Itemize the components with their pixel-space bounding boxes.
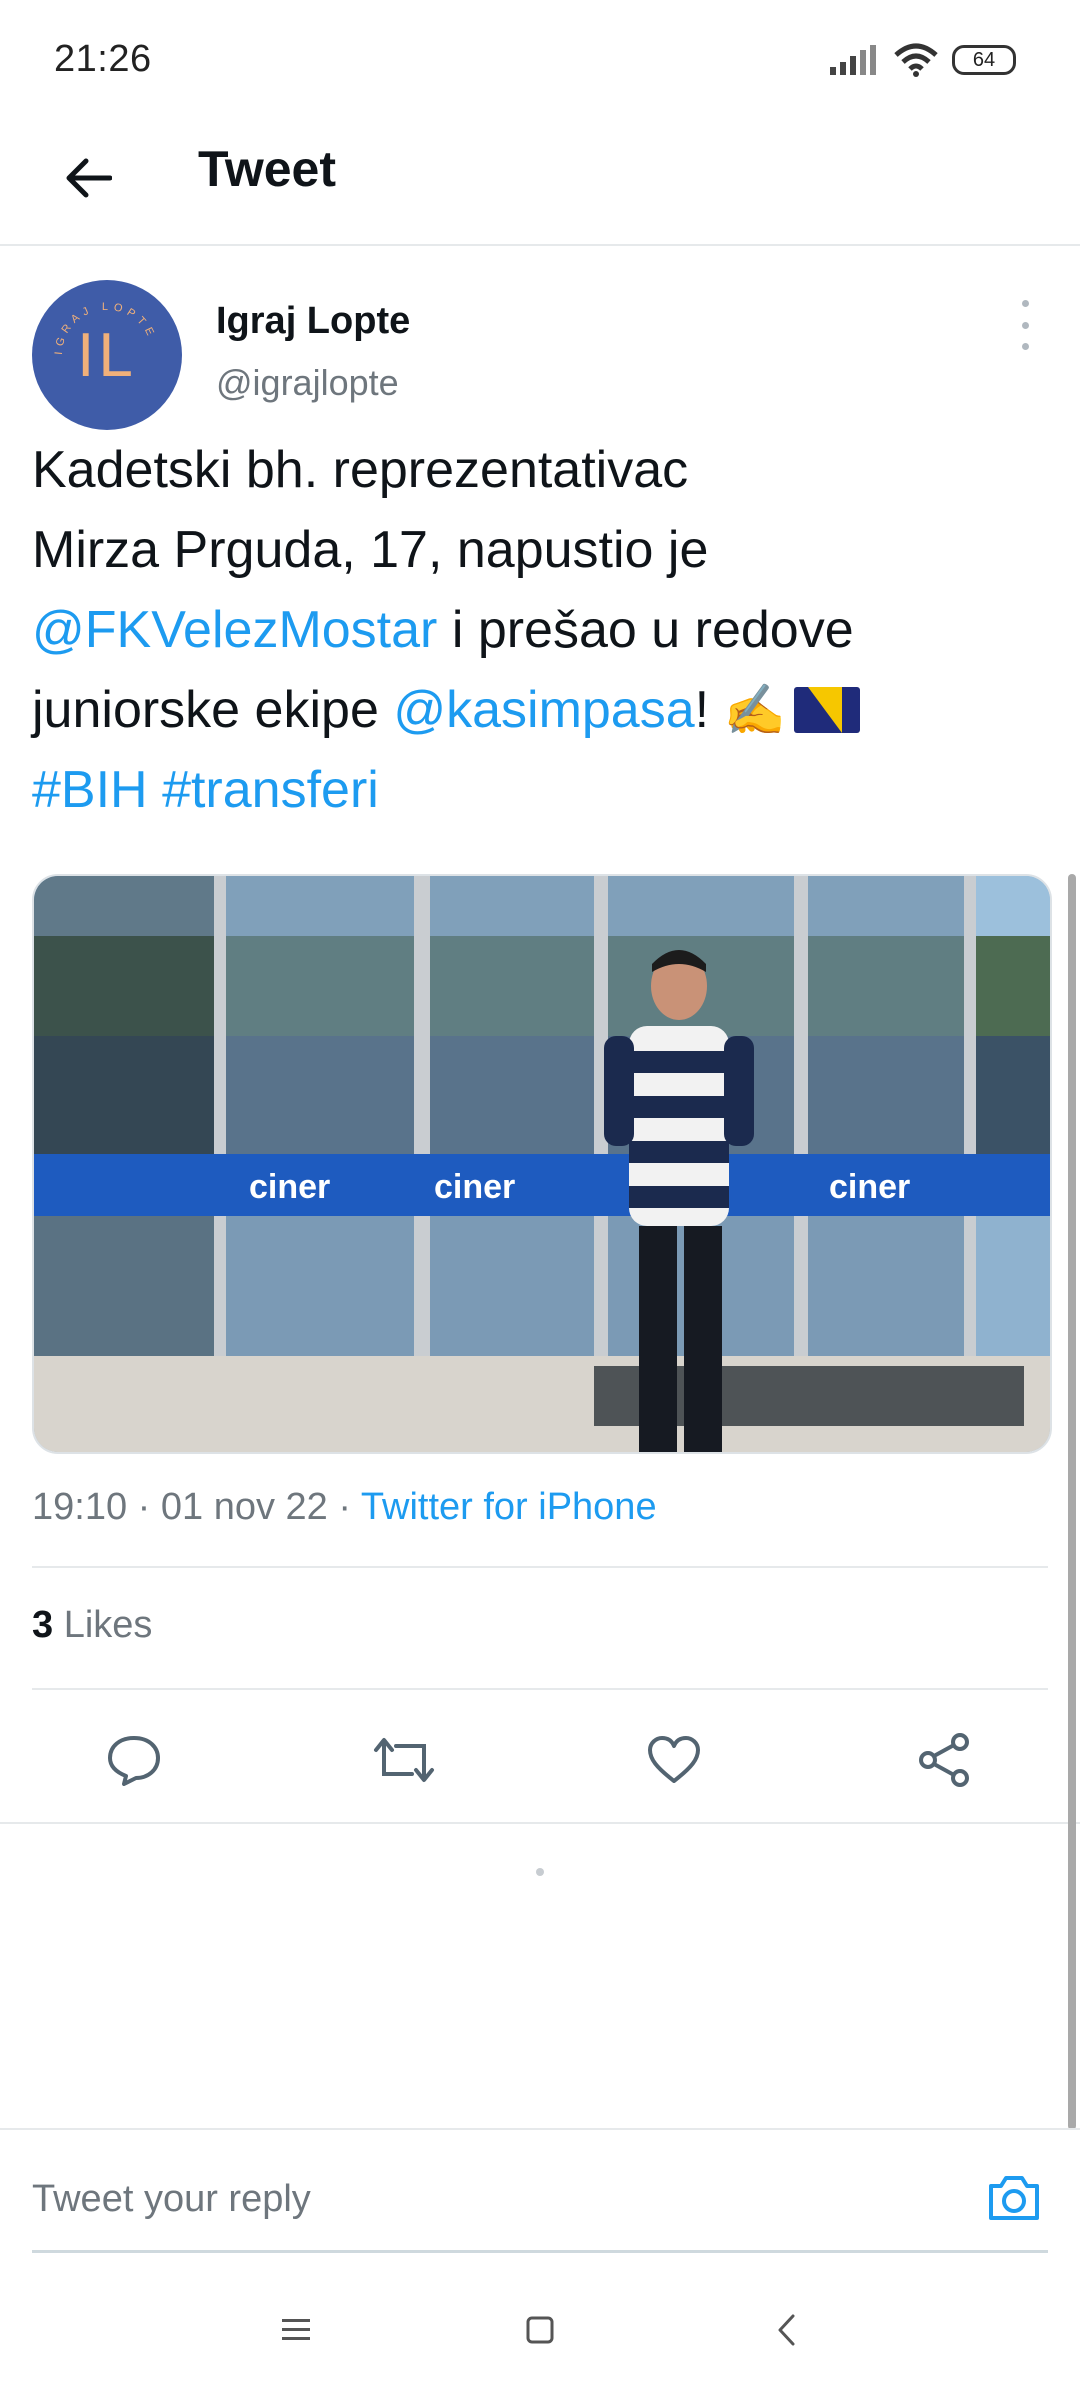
arrow-left-icon	[66, 158, 112, 198]
reply-icon	[108, 1736, 160, 1786]
author-handle[interactable]: @igrajlopte	[216, 362, 399, 404]
page-title: Tweet	[198, 141, 336, 197]
heart-icon	[648, 1736, 700, 1783]
tweet-photo[interactable]: ciner ciner ciner	[32, 874, 1052, 1454]
meta-divider	[32, 1566, 1048, 1568]
reply-input[interactable]: Tweet your reply	[32, 2178, 311, 2221]
loading-dot	[536, 1868, 544, 1876]
retweet-button[interactable]	[364, 1720, 444, 1800]
more-vertical-icon-dot	[1021, 343, 1029, 350]
tweet-source-link[interactable]: Twitter for iPhone	[361, 1486, 657, 1528]
actions-divider	[0, 1822, 1080, 1824]
back-button[interactable]	[48, 138, 128, 218]
status-time: 21:26	[54, 38, 152, 80]
svg-text:IGRAJ LOPTE: IGRAJ LOPTE	[53, 301, 158, 355]
tweet-meta: 19:10 · 01 nov 22 · Twitter for iPhone	[32, 1486, 657, 1528]
likes-label: Likes	[63, 1604, 153, 1646]
tweet-line: Kadetski bh. reprezentativac	[32, 441, 689, 499]
battery-level: 64	[972, 48, 996, 71]
mention-link[interactable]: @FKVelezMostar	[32, 601, 437, 659]
reply-button[interactable]	[94, 1720, 174, 1800]
tweet-text-segment: i prešao u redove	[437, 601, 854, 659]
signal-icon	[830, 45, 876, 75]
mention-link[interactable]: @kasimpasa	[393, 681, 694, 739]
hashtag-link[interactable]: #transferi	[162, 761, 379, 819]
tweet-line: #BIH #transferi	[32, 750, 1042, 830]
header-divider	[0, 244, 1080, 246]
avatar-ring-label: IGRAJ LOPTE	[53, 301, 153, 355]
home-square-icon	[526, 2316, 554, 2344]
menu-nav-button[interactable]	[266, 2300, 326, 2360]
photo-scene: ciner ciner ciner	[34, 876, 1050, 1452]
reply-bar-divider	[0, 2128, 1080, 2130]
camera-icon	[989, 2176, 1039, 2220]
photo-sign-text: ciner	[249, 1168, 330, 1206]
like-button[interactable]	[634, 1720, 714, 1800]
likes-divider	[32, 1688, 1048, 1690]
tweet-text: Kadetski bh. reprezentativac Mirza Prgud…	[32, 430, 1042, 830]
more-vertical-icon-dot	[1021, 321, 1029, 329]
tweet-line: juniorske ekipe @kasimpasa! ✍️	[32, 670, 1042, 750]
likes-count[interactable]: 3 Likes	[32, 1604, 152, 1647]
share-icon	[919, 1733, 969, 1787]
wifi-icon	[894, 43, 938, 77]
more-vertical-icon	[1021, 300, 1029, 307]
chevron-left-icon	[778, 2314, 795, 2346]
avatar-ring-text: IGRAJ LOPTE	[53, 301, 158, 355]
back-nav-button[interactable]	[756, 2300, 816, 2360]
photo-sign-text: ciner	[434, 1168, 515, 1206]
writing-hand-emoji: ✍️	[723, 682, 786, 738]
avatar[interactable]: IGRAJ LOPTE IL	[32, 280, 182, 430]
menu-icon	[282, 2319, 310, 2340]
tweet-line: @FKVelezMostar i prešao u redove	[32, 590, 1042, 670]
tweet-text-segment: !	[694, 681, 724, 739]
author-name[interactable]: Igraj Lopte	[216, 300, 410, 343]
more-options-button[interactable]	[1010, 300, 1040, 350]
battery-indicator: 64	[952, 45, 1016, 75]
share-button[interactable]	[904, 1720, 984, 1800]
tweet-date: 01 nov 22	[160, 1486, 328, 1528]
camera-button[interactable]	[984, 2168, 1044, 2228]
bosnia-flag-emoji	[793, 687, 860, 733]
status-icons: 64	[830, 40, 1016, 80]
likes-number: 3	[32, 1604, 54, 1646]
hashtag-link[interactable]: #BIH	[32, 761, 148, 819]
tweet-line: Mirza Prguda, 17, napustio je	[32, 521, 709, 579]
scrollbar[interactable]	[1068, 874, 1076, 2130]
tweet-time: 19:10	[32, 1486, 128, 1528]
home-nav-button[interactable]	[510, 2300, 570, 2360]
retweet-icon	[374, 1738, 434, 1782]
photo-sign-text: ciner	[829, 1168, 910, 1206]
reply-underline	[32, 2250, 1048, 2253]
tweet-text-segment: juniorske ekipe	[32, 681, 394, 739]
